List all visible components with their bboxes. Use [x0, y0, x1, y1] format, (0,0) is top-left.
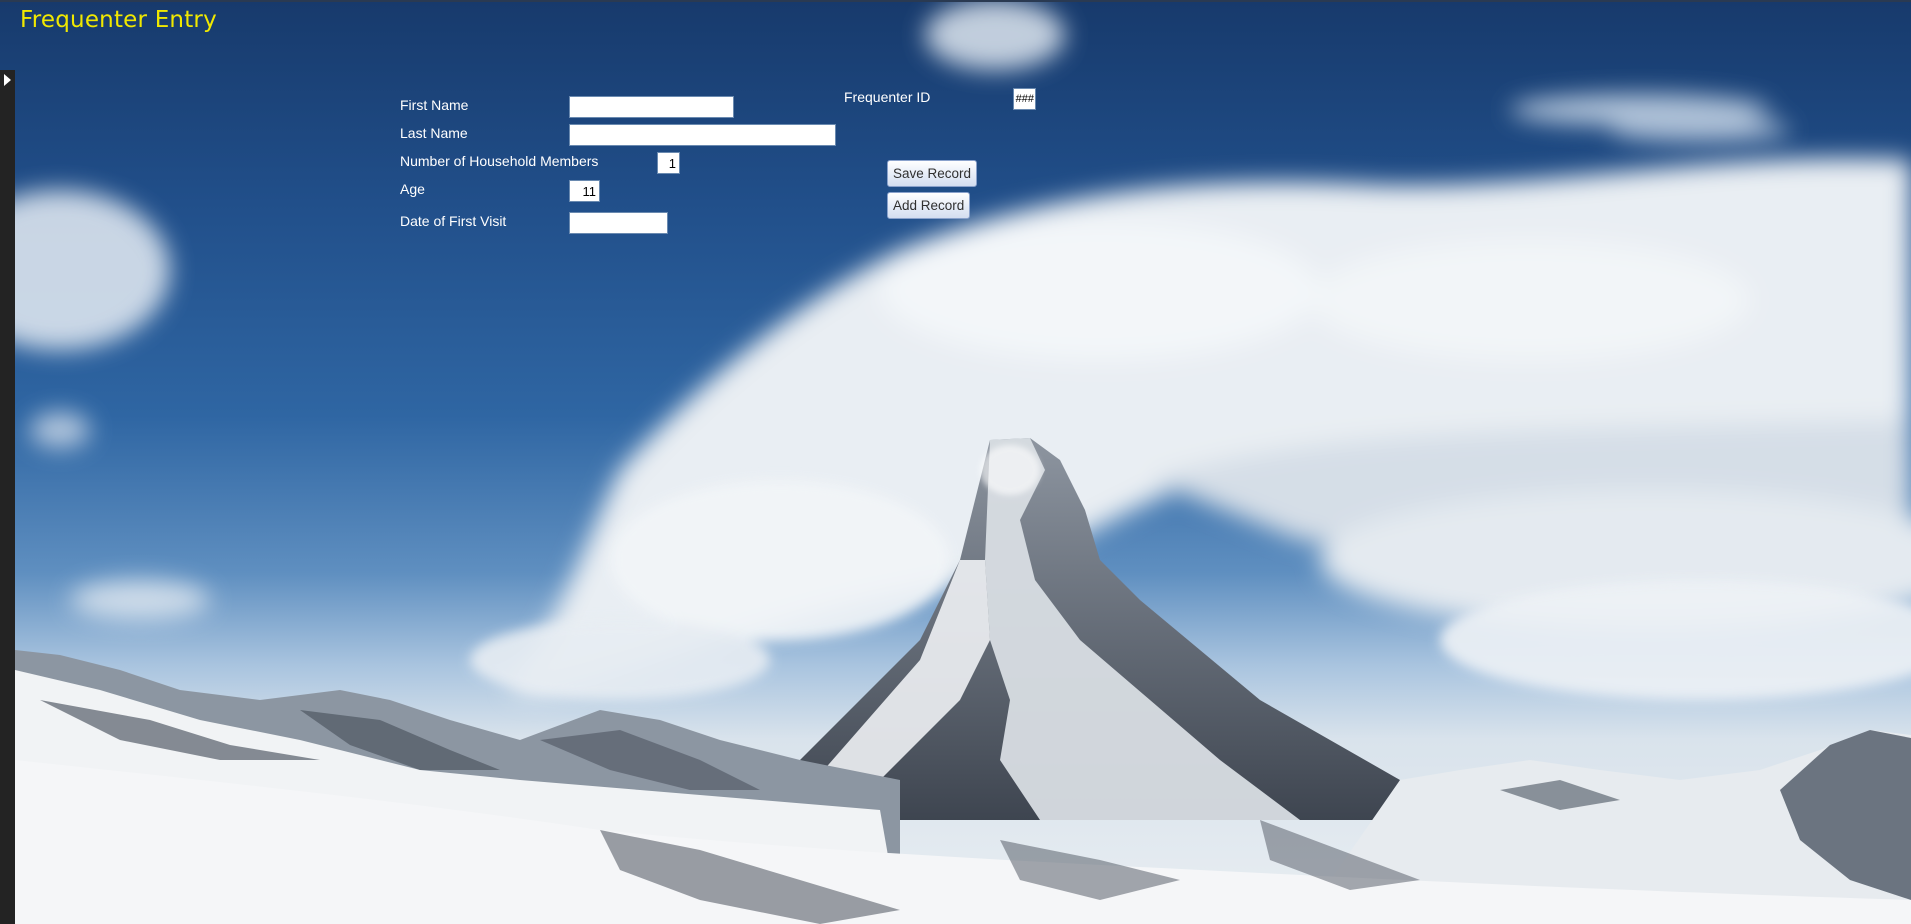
last-name-input[interactable]: [569, 124, 836, 146]
first-visit-label: Date of First Visit: [400, 213, 507, 229]
frequenter-id-field[interactable]: [1013, 88, 1036, 110]
household-members-input[interactable]: [657, 152, 680, 174]
last-name-label: Last Name: [400, 125, 468, 141]
age-input[interactable]: [569, 180, 600, 202]
record-selector-arrow-icon: [4, 74, 11, 86]
record-selector-bar[interactable]: [0, 70, 15, 924]
frequenter-id-label: Frequenter ID: [844, 89, 931, 105]
first-name-input[interactable]: [569, 96, 734, 118]
age-label: Age: [400, 181, 425, 197]
window-top-border: [0, 0, 1911, 2]
first-visit-input[interactable]: [569, 212, 668, 234]
form-title: Frequenter Entry: [20, 7, 217, 33]
background-image: [0, 0, 1911, 924]
save-record-button[interactable]: Save Record: [887, 160, 978, 187]
household-members-label: Number of Household Members: [400, 153, 599, 169]
first-name-label: First Name: [400, 97, 469, 113]
form-window: Frequenter Entry First Name Last Name Nu…: [0, 0, 1911, 924]
add-record-button[interactable]: Add Record: [887, 192, 971, 219]
